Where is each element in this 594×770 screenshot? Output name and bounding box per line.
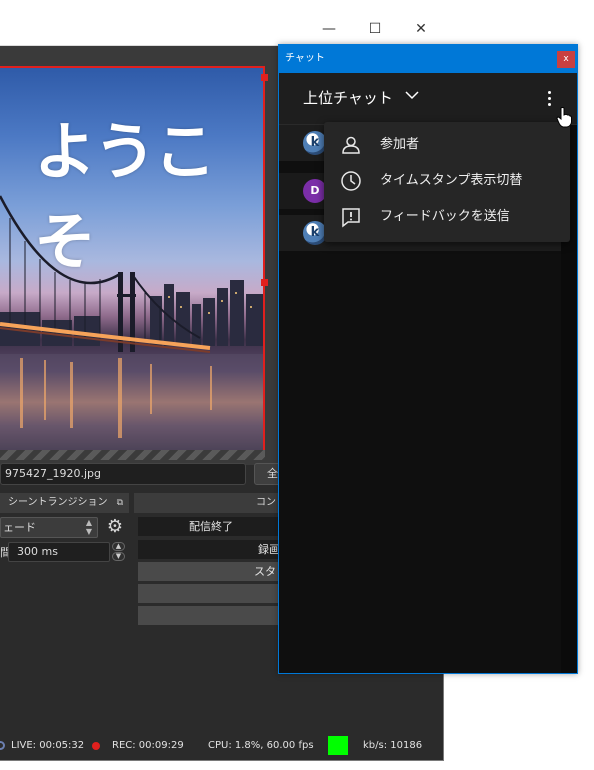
live-icon — [0, 741, 5, 750]
transition-value: ェード — [3, 521, 36, 534]
chat-mode-dropdown[interactable]: 上位チャット — [303, 73, 393, 123]
spin-down-icon[interactable]: ▼ — [112, 552, 125, 561]
chat-window-title: チャット — [285, 53, 325, 64]
chat-close-button[interactable]: x — [557, 51, 575, 68]
dock-title: シーントランジション — [8, 497, 108, 508]
settings-button[interactable] — [138, 584, 284, 603]
record-icon — [92, 742, 100, 750]
stop-streaming-button[interactable]: 配信終了 — [138, 517, 284, 536]
bitrate: kb/s: 10186 — [363, 740, 423, 751]
chat-header: 上位チャット — [279, 73, 577, 125]
menu-item-send-feedback[interactable]: フィードバックを送信 — [324, 198, 570, 234]
maximize-button[interactable]: ☐ — [352, 13, 398, 46]
chat-title-bar: チャット x — [279, 45, 577, 73]
resize-handle-right[interactable] — [261, 279, 268, 286]
scene-transitions-dock-header: シーントランジション ⧉ — [0, 493, 129, 513]
menu-item-toggle-timestamps[interactable]: タイムスタンプ表示切替 — [324, 162, 570, 198]
minimize-button[interactable]: — — [306, 13, 352, 46]
clock-icon — [341, 171, 361, 191]
close-button[interactable]: ✕ — [398, 13, 444, 46]
spin-up-icon[interactable]: ▲ — [112, 542, 125, 551]
menu-item-label: フィードバックを送信 — [380, 209, 510, 224]
exit-button[interactable] — [138, 606, 284, 625]
source-name-field[interactable]: 975427_1920.jpg — [0, 463, 246, 485]
welcome-overlay-text: ようこそ — [34, 115, 216, 278]
connection-health-indicator — [328, 736, 348, 755]
resize-handle-top-right[interactable] — [261, 74, 268, 81]
float-dock-icon[interactable]: ⧉ — [117, 493, 123, 513]
status-bar: LIVE: 00:05:32 REC: 00:09:29 CPU: 1.8%, … — [0, 734, 444, 758]
controls-dock-header: コント — [134, 493, 284, 528]
feedback-icon — [342, 208, 360, 228]
live-timer: LIVE: 00:05:32 — [11, 740, 85, 751]
menu-item-label: 参加者 — [380, 137, 420, 152]
rec-timer: REC: 00:09:29 — [112, 740, 184, 751]
duration-input[interactable]: 300 ms — [8, 542, 110, 562]
recording-button[interactable]: 録画 — [138, 540, 284, 559]
desktop: — ☐ ✕ ようこそ 975427_1920.jpg 全 シーントランジション … — [0, 0, 594, 770]
preview-bottom-hatch — [0, 450, 265, 460]
cpu-fps: CPU: 1.8%, 60.00 fps — [208, 740, 314, 751]
preview-source-image[interactable]: ようこそ — [0, 66, 265, 457]
chat-options-menu: 参加者 タイムスタンプ表示切替 フィードバックを送信 — [324, 122, 570, 242]
hand-cursor-icon — [556, 107, 572, 128]
person-icon — [342, 136, 360, 154]
chevron-up-down-icon: ▲ ▼ — [85, 518, 93, 536]
menu-item-participants[interactable]: 参加者 — [324, 126, 570, 162]
gear-icon[interactable]: ⚙ — [104, 517, 126, 538]
studio-mode-button[interactable]: スタ — [138, 562, 284, 581]
obs-title-bar: — ☐ ✕ — [0, 13, 444, 46]
transition-select[interactable]: ェード ▲ ▼ — [0, 517, 98, 538]
menu-item-label: タイムスタンプ表示切替 — [380, 173, 523, 188]
chevron-down-icon[interactable] — [405, 89, 419, 103]
